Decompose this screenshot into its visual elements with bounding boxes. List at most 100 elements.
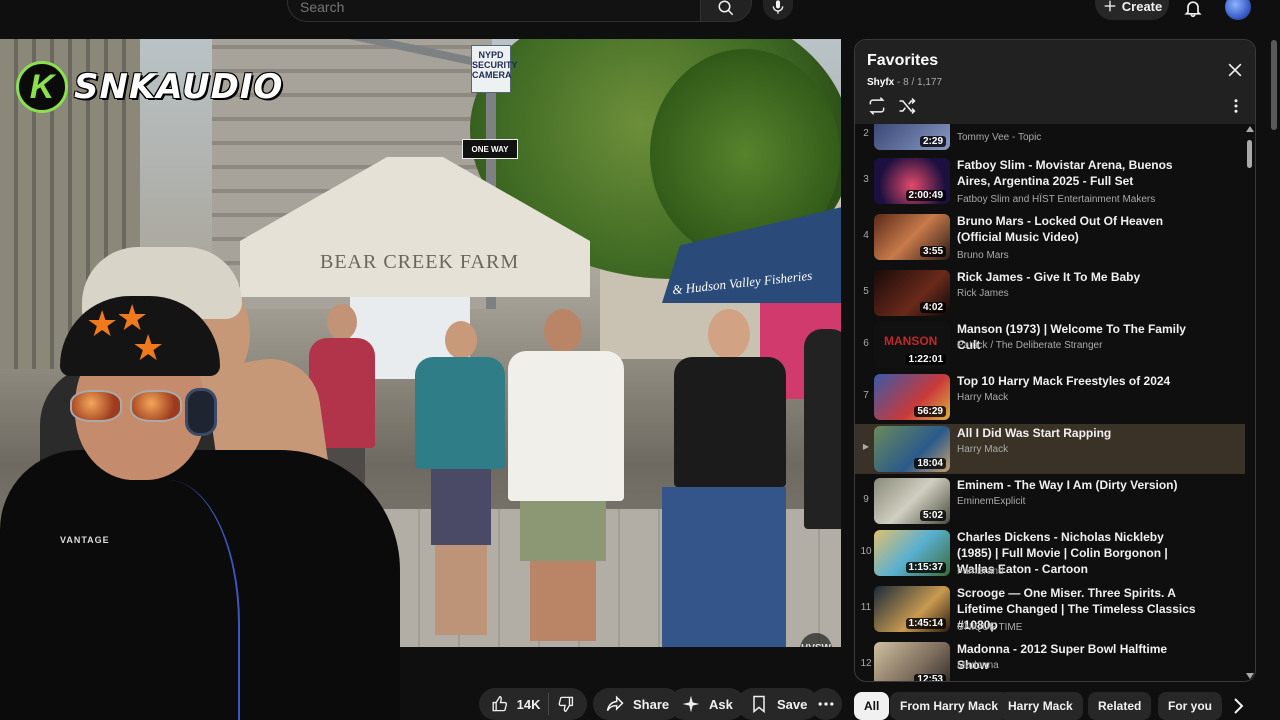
like-count[interactable]: 14K	[517, 697, 541, 712]
playlist-item-channel: Fatboy Slim and HÏST Entertainment Maker…	[957, 194, 1156, 205]
playlist-item-thumbnail: 2:29	[874, 124, 950, 150]
account-avatar[interactable]	[1225, 0, 1251, 20]
playlist-item[interactable]: 5 4:02 Rick James - Give It To Me Baby R…	[855, 268, 1245, 320]
channel-logo-text: SNKAUDIO	[74, 67, 284, 107]
playlist-item[interactable]: 11 1:45:14 Scrooge — One Miser. Three Sp…	[855, 584, 1245, 636]
playlist-item-channel: Bruno Mars	[957, 250, 1009, 261]
playlist-item-title: Top 10 Harry Mack Freestyles of 2024	[957, 374, 1171, 388]
duration-badge: 2:00:49	[905, 190, 946, 201]
page-scrollbar[interactable]	[1268, 0, 1280, 720]
save-label: Save	[777, 696, 808, 712]
notifications-bell-icon[interactable]	[1183, 0, 1203, 18]
divider	[548, 693, 550, 715]
chip-related[interactable]: Related	[1088, 692, 1152, 720]
scroll-down-arrow-icon[interactable]	[1246, 673, 1254, 679]
duration-badge: 1:15:37	[905, 562, 946, 573]
more-actions-button[interactable]	[810, 688, 842, 720]
more-vertical-icon[interactable]	[1227, 96, 1245, 116]
duration-badge: 5:02	[919, 510, 946, 521]
duration-badge: 4:02	[919, 302, 946, 313]
playlist-item[interactable]: 12 12:53 Madonna - 2012 Super Bowl Halft…	[855, 640, 1245, 681]
playlist-scrollbar[interactable]	[1246, 124, 1254, 681]
playlist-item-channel: FamBrand	[957, 566, 1004, 577]
playlist-item-title: Rick James - Give It To Me Baby	[957, 270, 1141, 284]
channel-logo: K SNKAUDIO	[16, 61, 283, 113]
chip-harry-mack[interactable]: Harry Mack	[998, 692, 1083, 720]
channel-logo-mark: K	[16, 61, 68, 113]
playlist-item-channel: UNIQUE TIME	[957, 622, 1023, 633]
tent-label: BEAR CREEK FARM	[320, 251, 520, 273]
more-horizontal-icon	[818, 702, 834, 706]
search-icon	[718, 0, 734, 16]
search-box[interactable]	[287, 0, 701, 22]
playlist-item[interactable]: 3 2:00:49 Fatboy Slim - Movistar Arena, …	[855, 156, 1245, 208]
ask-label: Ask	[709, 696, 733, 712]
nypd-sign: NYPD SECURITY CAMERA	[471, 45, 518, 93]
playlist-item-thumbnail: 18:04	[874, 426, 950, 472]
share-button[interactable]: Share	[593, 688, 682, 720]
playlist-item[interactable]: 7 56:29 Top 10 Harry Mack Freestyles of …	[855, 372, 1245, 424]
voice-search-button[interactable]	[763, 0, 793, 20]
sparkle-icon	[682, 695, 700, 713]
playlist-item-title: Bruno Mars - Locked Out Of Heaven (Offic…	[957, 214, 1164, 244]
playlist-item[interactable]: 9 5:02 Eminem - The Way I Am (Dirty Vers…	[855, 476, 1245, 528]
playlist-item-thumbnail: 4:02	[874, 270, 950, 316]
playlist-item-title: Fatboy Slim - Movistar Arena, Buenos Air…	[957, 158, 1173, 188]
duration-badge: 1:45:14	[905, 618, 946, 629]
thumbs-up-icon[interactable]	[491, 694, 509, 714]
chip-for-you[interactable]: For you	[1158, 692, 1222, 720]
close-icon[interactable]	[1225, 60, 1245, 80]
thumbs-down-icon[interactable]	[557, 694, 575, 714]
playlist-item-thumbnail: 1:45:14	[874, 586, 950, 632]
thumbnail-text: MANSON	[884, 334, 938, 348]
playlist-item[interactable]: 2 2:29 Tommy Vee - Topic	[855, 124, 1245, 154]
playlist-item[interactable]: 10 1:15:37 Charles Dickens - Nicholas Ni…	[855, 528, 1245, 580]
share-label: Share	[633, 696, 670, 712]
headphones	[185, 388, 217, 436]
chevron-right-icon[interactable]	[1226, 694, 1250, 718]
recommendation-chips: All From Harry Mack Harry Mack Related F…	[854, 692, 1224, 720]
playlist-item-thumbnail: 56:29	[874, 374, 950, 420]
playlist-panel: Favorites Shyfx - 8 / 1,177 2 2:29 Tommy…	[854, 39, 1256, 682]
playlist-item-channel: EminemExplicit	[957, 496, 1026, 507]
like-dislike-group: 14K	[479, 688, 587, 720]
playlist-item-channel: Harry Mack	[957, 444, 1009, 455]
duration-badge: 2:29	[919, 136, 946, 147]
playlist-item[interactable]: 6 MANSON 1:22:01 Manson (1973) | Welcome…	[855, 320, 1245, 372]
chip-all[interactable]: All	[854, 692, 890, 720]
page-scroll-thumb[interactable]	[1271, 40, 1277, 130]
share-icon	[606, 695, 624, 712]
search-button[interactable]	[700, 0, 752, 22]
playlist-scroll-thumb[interactable]	[1247, 140, 1252, 168]
loop-icon[interactable]	[867, 96, 887, 116]
duration-badge: 56:29	[914, 406, 946, 417]
search-input[interactable]	[300, 0, 680, 15]
chip-from-harry-mack[interactable]: From Harry Mack	[890, 692, 1009, 720]
playlist-owner[interactable]: Shyfx	[867, 77, 894, 88]
playlist-subtitle: Shyfx - 8 / 1,177	[867, 77, 942, 88]
playlist-title[interactable]: Favorites	[867, 52, 938, 70]
duration-badge: 12:53	[914, 674, 946, 681]
duration-badge: 18:04	[914, 458, 946, 469]
playlist-item-thumbnail: 2:00:49	[874, 158, 950, 204]
playlist-item-thumbnail: 12:53	[874, 642, 950, 681]
microphone-icon	[772, 0, 784, 14]
scroll-up-arrow-icon[interactable]	[1246, 126, 1254, 132]
one-way-sign: ONE WAY	[462, 139, 518, 159]
star-icon: ★	[86, 303, 119, 344]
playlist-item-channel: Madonna	[957, 660, 999, 671]
shirt-logo: VANTAGE	[60, 535, 110, 545]
bookmark-icon	[753, 695, 765, 714]
top-bar: Create	[0, 0, 1280, 38]
playlist-item-now-playing[interactable]: ▶ 18:04 All I Did Was Start Rapping Harr…	[855, 424, 1245, 474]
video-action-bar: 14K Share Ask Save	[0, 688, 848, 720]
playlist-item[interactable]: 4 3:55 Bruno Mars - Locked Out Of Heaven…	[855, 212, 1245, 264]
ask-button[interactable]: Ask	[669, 688, 745, 720]
save-button[interactable]: Save	[737, 688, 820, 720]
playlist-header: Favorites Shyfx - 8 / 1,177	[855, 40, 1255, 124]
playlist-position: - 8 / 1,177	[894, 77, 943, 88]
sunglasses	[70, 390, 190, 424]
duration-badge: 1:22:01	[905, 354, 946, 365]
shuffle-icon[interactable]	[897, 96, 917, 116]
create-button[interactable]: Create	[1095, 0, 1169, 20]
